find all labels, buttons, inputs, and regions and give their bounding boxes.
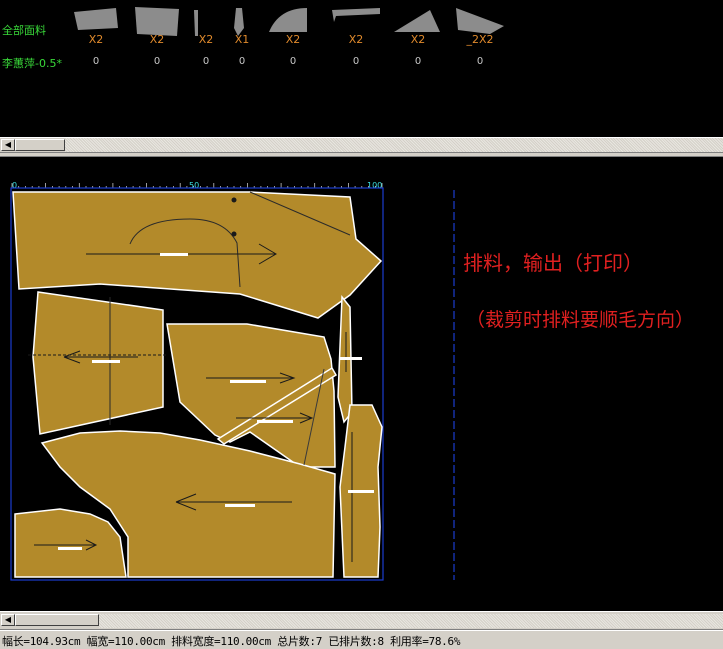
piece-qty: X2: [285, 33, 301, 46]
piece-thumbnail-6[interactable]: X2 0: [326, 6, 386, 67]
scrollbar-track[interactable]: [65, 138, 723, 152]
piece-qty: X2: [88, 33, 104, 46]
scroll-left-arrow-icon[interactable]: ◀: [1, 614, 15, 626]
ruler-label-0: 0: [12, 181, 17, 190]
piece-shape-1: [74, 8, 118, 30]
piece-placed-count: 0: [92, 56, 100, 67]
marker-layout-area[interactable]: 0 50 100 排料，输出（打印） （裁剪时排料要顺毛方向）: [0, 157, 723, 611]
piece-placed-count: 0: [289, 56, 297, 67]
all-fabrics-label[interactable]: 全部面料: [2, 22, 46, 38]
drill-hole: [231, 231, 237, 237]
scrollbar-thumb[interactable]: [15, 139, 65, 151]
layout-scrollbar[interactable]: ◀: [0, 611, 723, 630]
piece-shape-6: [332, 8, 380, 22]
marker-canvas[interactable]: 0 50 100: [0, 157, 723, 611]
piece-thumbnail-5[interactable]: X2 0: [263, 6, 323, 67]
ruler-label-50: 50: [189, 181, 199, 190]
status-text: 幅长=104.93cm 幅宽=110.00cm 排料宽度=110.00cm 总片…: [2, 635, 461, 648]
piece-qty: _2X2: [466, 33, 494, 46]
piece-thumbnail-8[interactable]: _2X2 0: [450, 6, 510, 67]
ruler-label-100: 100: [367, 181, 382, 190]
instruction-note-2: （裁剪时排料要顺毛方向）: [466, 309, 695, 331]
piece-list-panel: 全部面料 李蕙萍-0.5* X2 0 X2 0 X2 0 X1 0 X2 0 X…: [0, 0, 723, 137]
scroll-left-arrow-icon[interactable]: ◀: [1, 139, 15, 151]
piece-pocket: [14, 508, 127, 578]
instruction-note-1: 排料，输出（打印）: [463, 251, 643, 275]
piece-qty: X2: [410, 33, 426, 46]
placed-pieces[interactable]: [12, 191, 383, 578]
piece-placed-count: 0: [414, 56, 422, 67]
piece-thumbnail-1[interactable]: X2 0: [66, 6, 126, 67]
ruler: 0 50 100: [11, 181, 383, 190]
scrollbar-track[interactable]: [99, 614, 723, 628]
piece-thumbnail-7[interactable]: X2 0: [388, 6, 448, 67]
piece-shape-7: [394, 10, 440, 32]
piece-shape-5: [269, 8, 307, 32]
piece-placed-count: 0: [476, 56, 484, 67]
current-fabric-label[interactable]: 李蕙萍-0.5*: [2, 55, 62, 71]
piece-placed-count: 0: [352, 56, 360, 67]
piece-list-scrollbar[interactable]: ◀: [0, 137, 723, 153]
piece-qty: X2: [348, 33, 364, 46]
drill-hole: [231, 197, 237, 203]
piece-shape-8: [456, 8, 504, 34]
scrollbar-thumb[interactable]: [15, 614, 99, 626]
status-bar: 幅长=104.93cm 幅宽=110.00cm 排料宽度=110.00cm 总片…: [0, 630, 723, 649]
